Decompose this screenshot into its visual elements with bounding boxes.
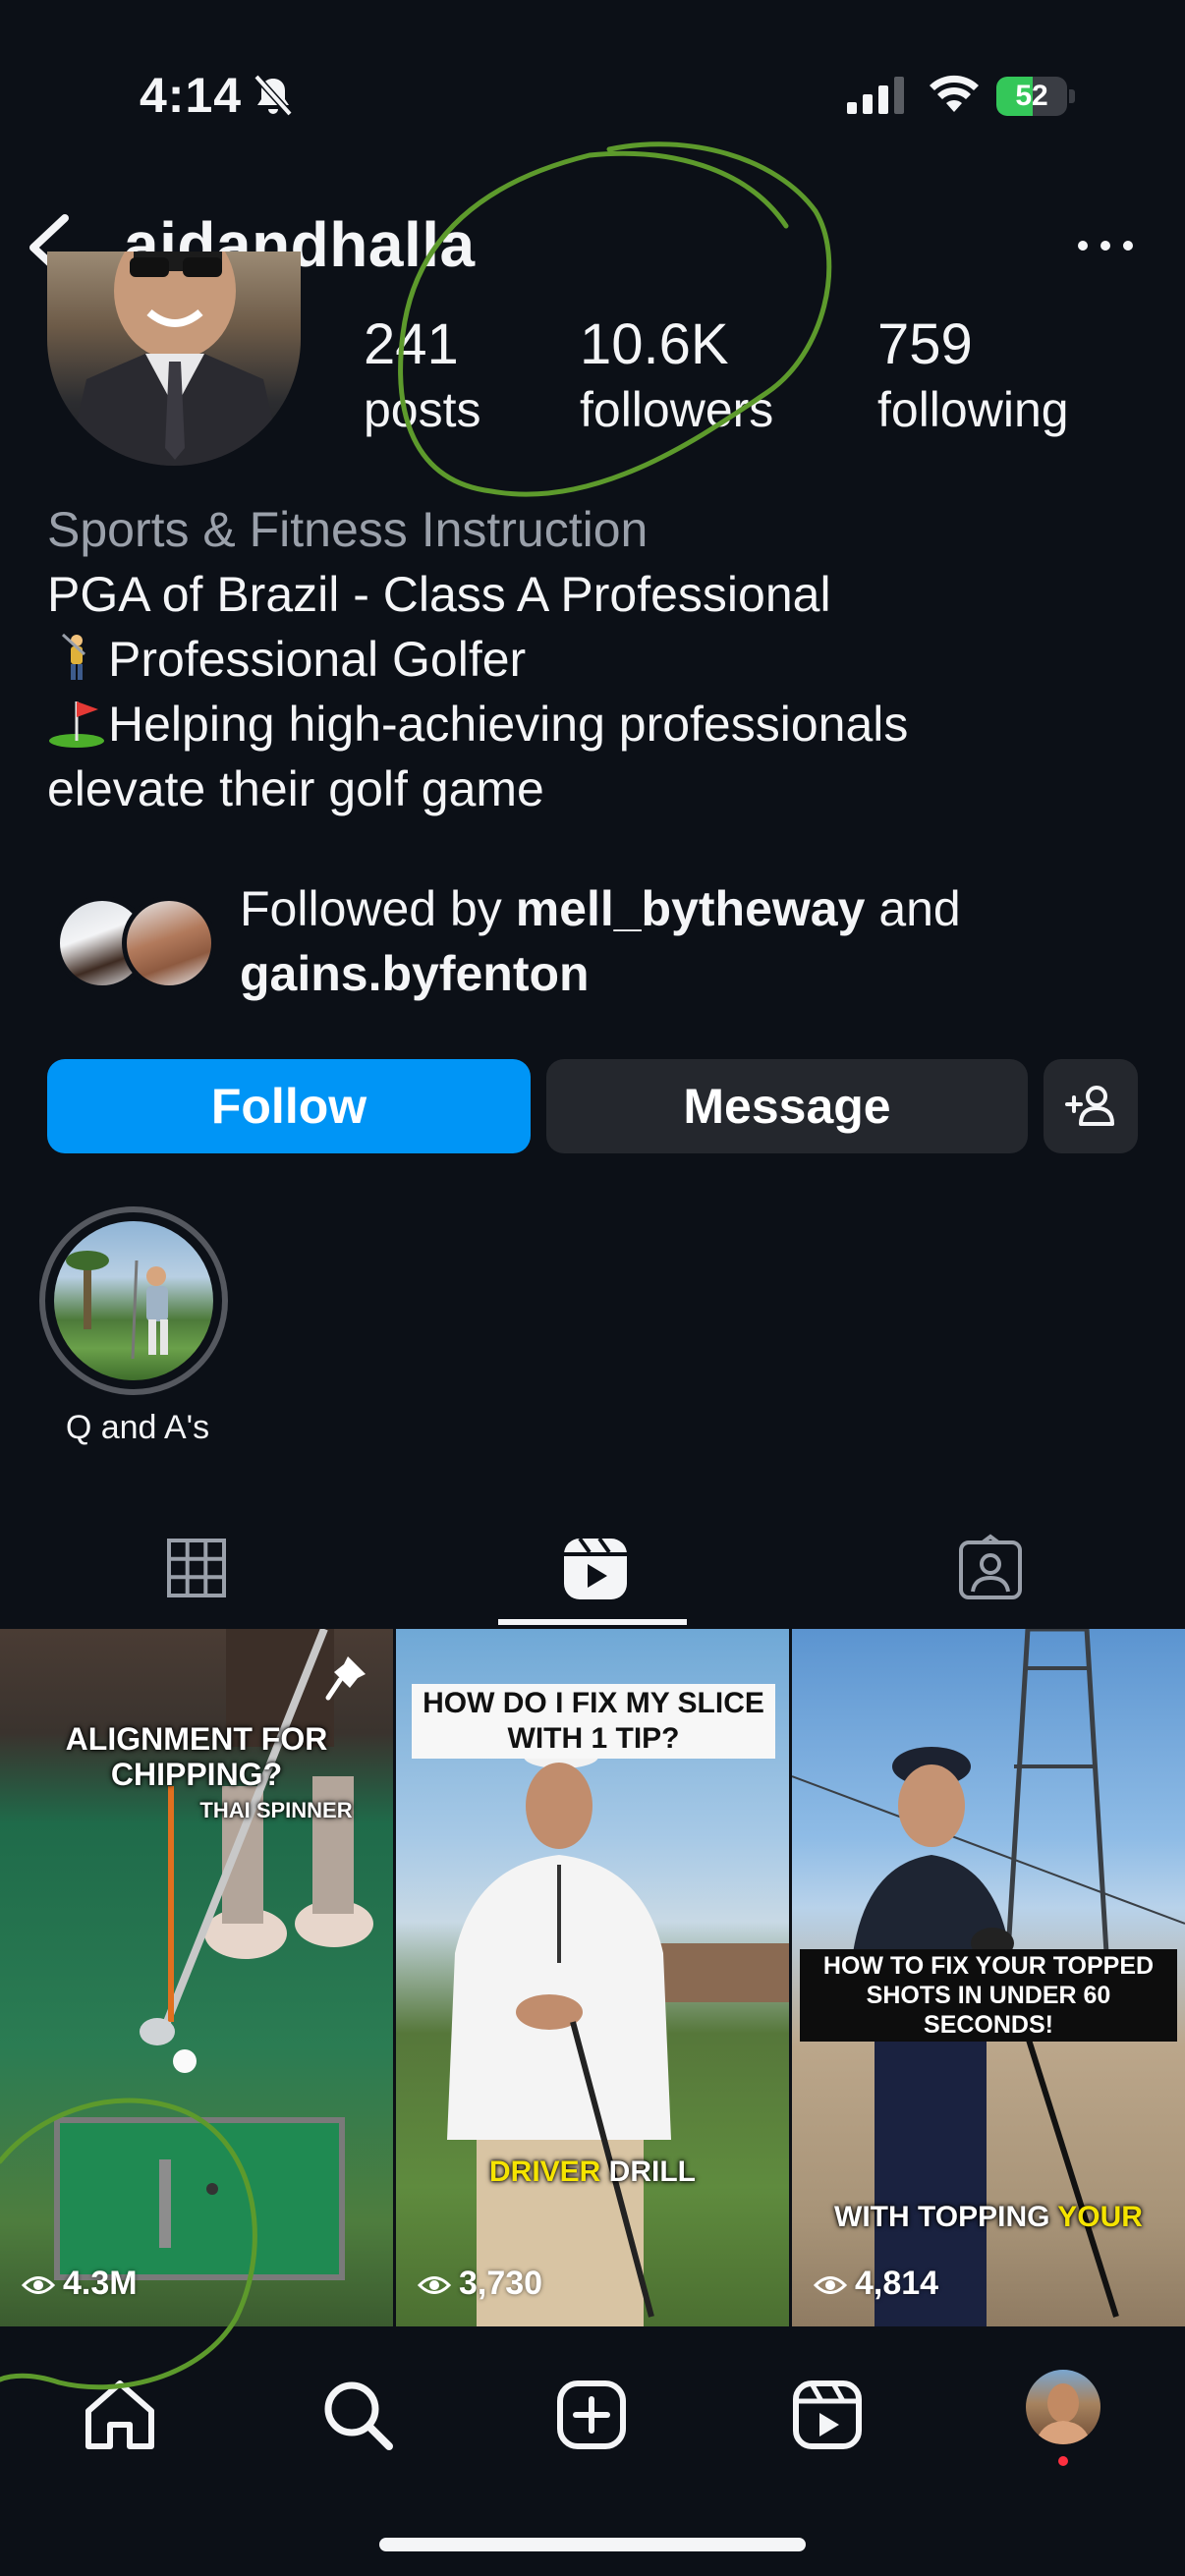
bio-line-1: PGA of Brazil - Class A Professional	[47, 567, 831, 622]
stat-posts[interactable]: 241 posts	[364, 310, 481, 440]
bio-line-3: Helping high-achieving professionals	[47, 692, 1148, 756]
mutual-user-2[interactable]: gains.byfenton	[240, 946, 590, 1001]
home-icon[interactable]	[81, 2376, 159, 2454]
reel-views-count-2: 3,730	[459, 2265, 543, 2302]
bio-line-3-text: Helping high-achieving professionals	[108, 697, 909, 752]
stat-followers[interactable]: 10.6K followers	[580, 310, 773, 440]
reel-tile[interactable]: HOW DO I FIX MY SLICE WITH 1 TIP? DRIVER…	[396, 1629, 789, 2326]
home-indicator	[379, 2538, 806, 2551]
profile-bio: Sports & Fitness Instruction PGA of Braz…	[47, 497, 1148, 821]
battery-percent: 52	[1015, 80, 1048, 112]
reel-overlay-rest-2: DRILL	[600, 2156, 696, 2188]
followers-label: followers	[580, 382, 774, 437]
active-tab-indicator	[498, 1619, 687, 1625]
posts-label: posts	[364, 382, 481, 437]
profile-category: Sports & Fitness Instruction	[47, 502, 649, 557]
mutual-user-1[interactable]: mell_bytheway	[516, 881, 866, 936]
highlight-label: Q and A's	[65, 1409, 210, 1446]
reels-grid: ALIGNMENT FOR CHIPPING? THAI SPINNER 4.3…	[0, 1629, 1185, 2326]
story-highlight[interactable]: Q and A's	[39, 1206, 236, 1447]
followed-by-text: Followed by mell_bytheway and gains.byfe…	[240, 876, 1124, 1006]
profile-nav-avatar[interactable]	[1026, 2370, 1100, 2444]
reel-views-3: 4,814	[813, 2265, 939, 2303]
eye-icon	[813, 2276, 848, 2294]
profile-avatar[interactable]	[47, 252, 301, 466]
suggested-users-button[interactable]	[1044, 1059, 1138, 1153]
bio-line-4: elevate their golf game	[47, 761, 544, 816]
message-button[interactable]: Message	[546, 1059, 1028, 1153]
following-count: 759	[877, 312, 973, 376]
stat-following[interactable]: 759 following	[877, 310, 1069, 440]
wifi-icon	[930, 75, 979, 112]
cellular-signal-icon	[847, 77, 904, 114]
reel-views-1: 4.3M	[21, 2265, 138, 2303]
reel-views-count-3: 4,814	[855, 2265, 939, 2302]
reel-views-count-1: 4.3M	[63, 2265, 138, 2302]
bio-line-2-text: Professional Golfer	[108, 632, 527, 687]
reel-overlay-3: WITH TOPPING YOUR	[802, 2201, 1175, 2234]
eye-icon	[21, 2276, 56, 2294]
person-plus-icon	[1065, 1086, 1114, 1126]
reel-overlay-2: DRIVER DRILL	[455, 2156, 730, 2189]
highlight-ring	[39, 1206, 228, 1395]
plus-square-icon[interactable]	[552, 2376, 631, 2454]
avatar-illustration	[67, 252, 283, 466]
mutual-avatar-2	[122, 896, 216, 990]
reel-overlay-highlight-3: YOUR	[1057, 2201, 1143, 2233]
following-label: following	[877, 382, 1069, 437]
follow-button[interactable]: Follow	[47, 1059, 531, 1153]
reel-caption-2: HOW DO I FIX MY SLICE WITH 1 TIP?	[412, 1684, 775, 1759]
reel-overlay-rest-3: WITH TOPPING	[834, 2201, 1058, 2233]
reel-views-2: 3,730	[417, 2265, 543, 2303]
followers-count: 10.6K	[580, 312, 729, 376]
notification-dot	[1058, 2456, 1068, 2466]
reel-tile[interactable]: HOW TO FIX YOUR TOPPED SHOTS IN UNDER 60…	[792, 1629, 1185, 2326]
reel-subcaption-1: THAI SPINNER	[199, 1798, 353, 1822]
followed-by-joiner: and	[865, 881, 961, 936]
pin-icon	[325, 1656, 366, 1701]
tab-grid[interactable]	[0, 1513, 395, 1627]
tagged-person-icon	[959, 1534, 1022, 1599]
reel-caption-1: ALIGNMENT FOR CHIPPING?	[65, 1721, 328, 1792]
reels-icon	[564, 1537, 627, 1599]
profile-page: 4:14 52 aidandhalla 241 posts 10.6K foll…	[0, 0, 1185, 2576]
highlight-cover	[54, 1221, 213, 1380]
reel-caption-3: HOW TO FIX YOUR TOPPED SHOTS IN UNDER 60…	[800, 1949, 1177, 2042]
followed-by[interactable]: Followed by mell_bytheway and gains.byfe…	[47, 876, 1148, 1014]
reels-nav-icon[interactable]	[788, 2376, 867, 2454]
tab-tagged[interactable]	[790, 1513, 1185, 1627]
golf-flag-emoji-icon	[47, 698, 108, 749]
reel-tile[interactable]: ALIGNMENT FOR CHIPPING? THAI SPINNER 4.3…	[0, 1629, 393, 2326]
ellipsis-icon[interactable]	[1071, 226, 1140, 265]
status-bar: 4:14 52	[0, 0, 1185, 187]
status-time: 4:14	[140, 68, 243, 123]
profile-tabs	[0, 1513, 1185, 1627]
golfer-emoji-icon	[47, 633, 108, 684]
search-icon[interactable]	[318, 2376, 397, 2454]
grid-icon	[167, 1539, 226, 1597]
followed-by-prefix: Followed by	[240, 881, 516, 936]
tab-reels[interactable]	[395, 1513, 790, 1627]
posts-count: 241	[364, 312, 459, 376]
battery-charging-icon: 52	[996, 77, 1075, 116]
bio-line-2: Professional Golfer	[47, 627, 1148, 692]
reel-overlay-highlight-2: DRIVER	[488, 2156, 601, 2188]
bell-slash-icon	[254, 74, 293, 117]
eye-icon	[417, 2276, 452, 2294]
